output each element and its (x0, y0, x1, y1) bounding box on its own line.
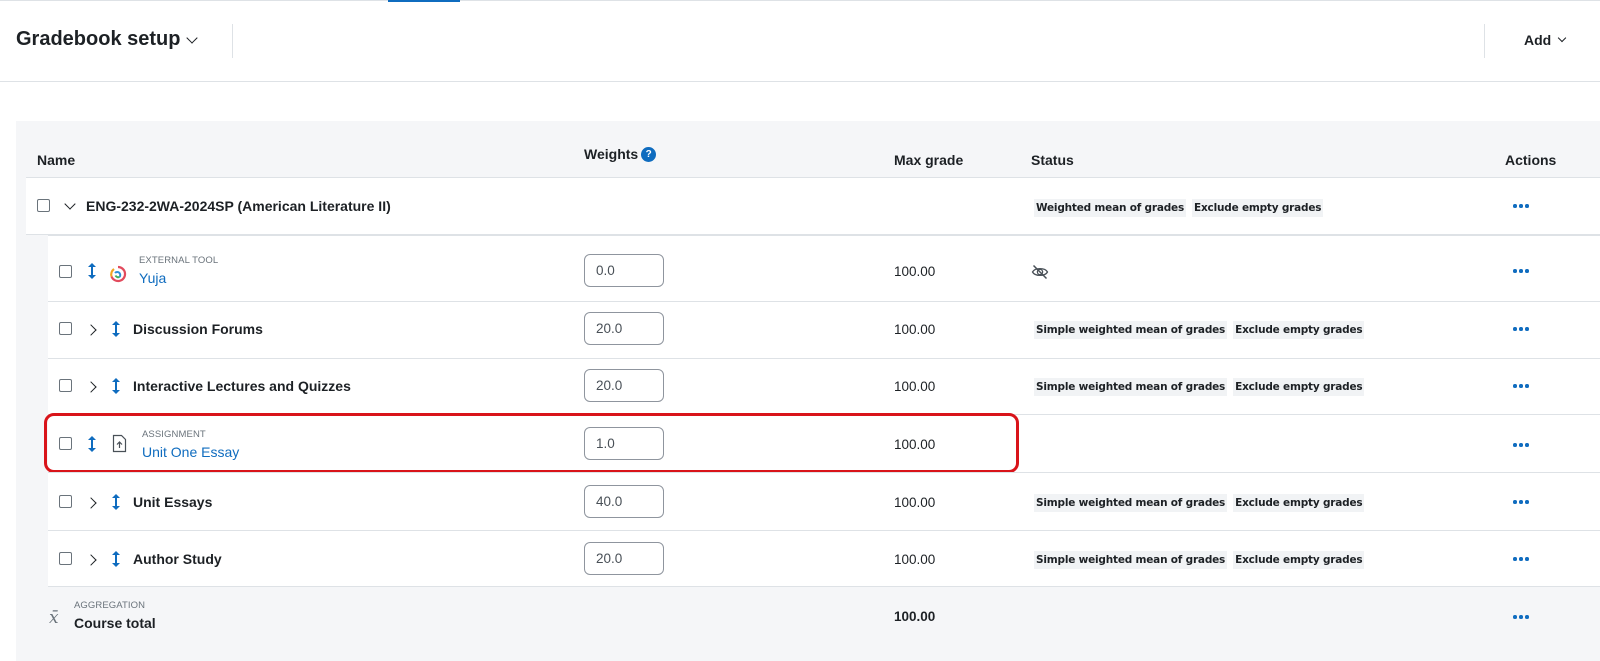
actions-menu-button[interactable] (1513, 383, 1529, 389)
row-status: Simple weighted mean of grades Exclude e… (1034, 494, 1365, 512)
column-header-max-grade: Max grade (894, 152, 964, 168)
status-badge: Exclude empty grades (1233, 551, 1365, 569)
column-header-status: Status (1031, 152, 1074, 168)
divider (1484, 24, 1485, 58)
move-icon[interactable] (111, 493, 121, 511)
actions-menu-button[interactable] (1513, 203, 1529, 209)
category-status: Weighted mean of grades Exclude empty gr… (1034, 199, 1324, 217)
item-type-label: AGGREGATION (74, 600, 146, 611)
category-checkbox[interactable] (37, 199, 50, 212)
actions-menu-button[interactable] (1513, 499, 1529, 505)
add-button-label: Add (1524, 32, 1552, 48)
add-button[interactable]: Add (1524, 32, 1567, 48)
weight-input[interactable]: 0.0 (584, 254, 664, 287)
item-type-label: EXTERNAL TOOL (139, 255, 219, 266)
table-row (48, 235, 1600, 301)
status-badge: Exclude empty grades (1233, 321, 1365, 339)
move-icon[interactable] (111, 377, 121, 395)
status-badge: Weighted mean of grades (1034, 199, 1187, 217)
chevron-down-icon (1557, 33, 1567, 43)
weight-input[interactable]: 20.0 (584, 312, 664, 345)
actions-menu-button[interactable] (1513, 268, 1529, 274)
row-checkbox[interactable] (59, 495, 72, 508)
chevron-down-icon (186, 31, 199, 44)
column-header-weights-label: Weights (584, 146, 639, 162)
row-checkbox[interactable] (59, 322, 72, 335)
status-badge: Exclude empty grades (1233, 378, 1365, 396)
divider (232, 24, 233, 58)
move-icon[interactable] (111, 550, 121, 568)
category-title: Author Study (133, 551, 222, 567)
highlight-outline (44, 413, 1019, 473)
course-total-label: Course total (74, 615, 156, 631)
max-grade-value: 100.00 (894, 552, 936, 567)
max-grade-value: 100.00 (894, 609, 936, 624)
table-row (48, 472, 1600, 530)
page-header: Gradebook setup Add (0, 0, 1600, 82)
table-row (48, 530, 1600, 587)
actions-menu-button[interactable] (1513, 614, 1529, 620)
column-header-weights: Weights ? (584, 146, 657, 162)
row-status: Simple weighted mean of grades Exclude e… (1034, 321, 1365, 339)
external-tool-icon (110, 265, 127, 283)
actions-menu-button[interactable] (1513, 442, 1529, 448)
aggregation-icon: x̄ (49, 608, 59, 628)
status-badge: Simple weighted mean of grades (1034, 378, 1228, 396)
actions-menu-button[interactable] (1513, 556, 1529, 562)
status-badge: Exclude empty grades (1233, 494, 1365, 512)
status-badge: Simple weighted mean of grades (1034, 494, 1228, 512)
move-icon[interactable] (87, 262, 97, 280)
max-grade-value: 100.00 (894, 322, 936, 337)
category-title: Unit Essays (133, 494, 213, 510)
weight-input[interactable]: 20.0 (584, 542, 664, 575)
row-checkbox[interactable] (59, 552, 72, 565)
actions-menu-button[interactable] (1513, 326, 1529, 332)
status-badge: Simple weighted mean of grades (1034, 551, 1228, 569)
item-link[interactable]: Yuja (139, 270, 166, 286)
page-title: Gradebook setup (16, 28, 181, 50)
eye-slash-icon (1031, 264, 1049, 280)
row-checkbox[interactable] (59, 379, 72, 392)
max-grade-value: 100.00 (894, 495, 936, 510)
help-icon[interactable]: ? (641, 146, 657, 162)
move-icon[interactable] (111, 320, 121, 338)
category-title: Discussion Forums (133, 321, 263, 337)
category-title: Interactive Lectures and Quizzes (133, 378, 351, 394)
weight-input[interactable]: 20.0 (584, 369, 664, 402)
column-header-actions: Actions (1505, 152, 1557, 168)
column-header-name: Name (37, 152, 76, 168)
weight-input[interactable]: 40.0 (584, 485, 664, 518)
gradebook-setup-menu[interactable]: Gradebook setup (16, 28, 199, 51)
table-row (48, 301, 1600, 358)
row-status: Simple weighted mean of grades Exclude e… (1034, 551, 1365, 569)
status-badge: Exclude empty grades (1192, 199, 1324, 217)
status-badge: Simple weighted mean of grades (1034, 321, 1228, 339)
category-title: ENG-232-2WA-2024SP (American Literature … (86, 198, 391, 214)
max-grade-value: 100.00 (894, 379, 936, 394)
row-checkbox[interactable] (59, 265, 72, 278)
row-status: Simple weighted mean of grades Exclude e… (1034, 378, 1365, 396)
max-grade-value: 100.00 (894, 264, 936, 279)
